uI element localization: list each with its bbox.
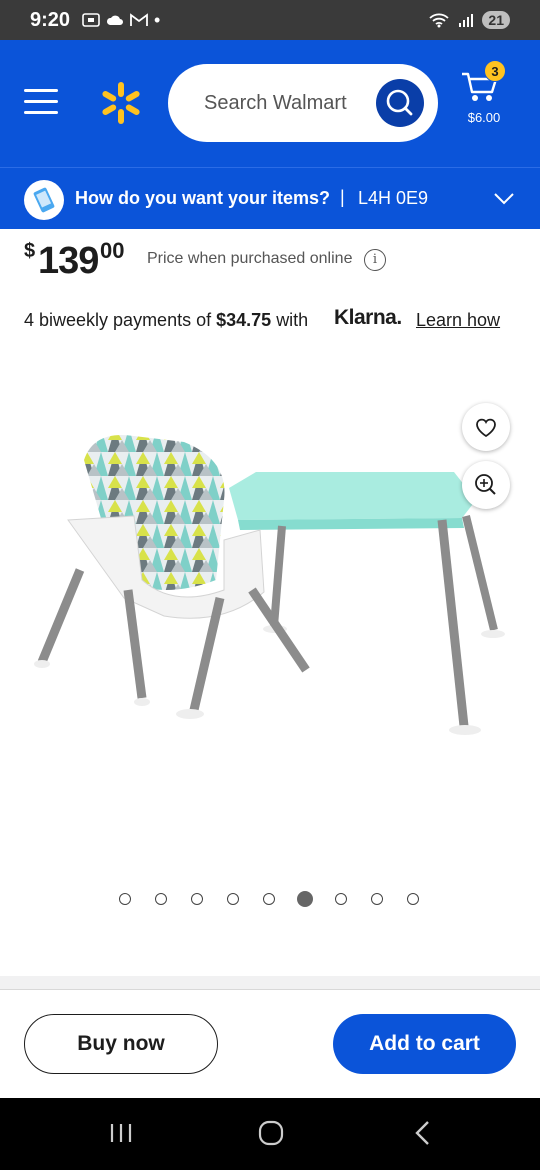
carousel-dot[interactable]: [263, 893, 275, 905]
status-bar: 9:20 • 21: [0, 0, 540, 40]
delivery-question: How do you want your items?: [75, 188, 331, 208]
home-icon[interactable]: [256, 1118, 286, 1148]
klarna-logo: Klarna.: [334, 306, 402, 329]
action-bar: Buy now Add to cart: [0, 990, 540, 1098]
carousel-dot[interactable]: [227, 893, 239, 905]
carousel-dot[interactable]: [407, 893, 419, 905]
carousel-dots: [119, 891, 419, 907]
delivery-selector[interactable]: How do you want your items? | L4H 0E9: [0, 167, 540, 229]
zoom-button[interactable]: [462, 461, 510, 509]
screenshot-icon: [82, 13, 100, 27]
carousel-dot[interactable]: [119, 893, 131, 905]
klarna-prefix: 4 biweekly payments of: [24, 310, 212, 330]
search-bar[interactable]: Search Walmart: [168, 64, 438, 142]
cart-count-badge: 3: [484, 60, 506, 82]
cart-total: $6.00: [467, 110, 501, 125]
product-image[interactable]: [24, 380, 524, 760]
cart-button[interactable]: 3 $6.00: [458, 60, 508, 128]
add-to-cart-button[interactable]: Add to cart: [333, 1014, 516, 1074]
price-whole: 139: [38, 240, 99, 282]
carousel-dot[interactable]: [191, 893, 203, 905]
search-icon: [386, 89, 413, 116]
more-notifications-dot-icon: •: [154, 9, 161, 30]
search-input[interactable]: Search Walmart: [204, 92, 347, 115]
walmart-spark-logo[interactable]: [98, 80, 144, 126]
app-header: Search Walmart 3 $6.00: [0, 40, 540, 167]
menu-icon: [24, 89, 58, 92]
price-note: Price when purchased online: [147, 250, 353, 267]
klarna-suffix: with: [276, 310, 309, 330]
delivery-separator: |: [340, 187, 345, 207]
klarna-amount: $34.75: [216, 310, 272, 330]
carousel-dot[interactable]: [155, 893, 167, 905]
cloud-icon: [106, 15, 124, 25]
price-currency: $: [24, 240, 36, 262]
recent-apps-icon[interactable]: [106, 1118, 136, 1148]
chevron-down-icon[interactable]: [492, 188, 516, 208]
partial-content-strip: [0, 976, 540, 990]
postal-code: L4H 0E9: [358, 188, 429, 208]
menu-button[interactable]: [24, 89, 58, 117]
gmail-icon: [130, 13, 148, 26]
status-right: 21: [428, 11, 510, 29]
price-cents: 00: [100, 238, 125, 263]
delivery-phone-icon: [24, 180, 64, 220]
zoom-in-icon: [475, 474, 496, 495]
buy-now-button[interactable]: Buy now: [24, 1014, 218, 1074]
carousel-dot[interactable]: [371, 893, 383, 905]
learn-how-link[interactable]: Learn how: [416, 310, 500, 331]
back-icon[interactable]: [408, 1118, 438, 1148]
product-page: 9:20 • 21 Search Walmart 3 $6.00 How do …: [0, 0, 540, 1170]
klarna-financing: 4 biweekly payments of $34.75 with: [24, 310, 308, 331]
system-nav-bar: [0, 1098, 540, 1170]
favorite-button[interactable]: [462, 403, 510, 451]
heart-icon: [476, 418, 496, 438]
carousel-dot[interactable]: [335, 893, 347, 905]
battery-level: 21: [482, 11, 510, 29]
search-button[interactable]: [376, 79, 424, 127]
signal-icon: [459, 14, 474, 27]
notification-icons: •: [82, 10, 160, 31]
wifi-icon: [429, 13, 450, 28]
carousel-dot[interactable]: [297, 891, 313, 907]
status-time: 9:20: [30, 8, 71, 31]
info-icon[interactable]: i: [364, 249, 386, 271]
